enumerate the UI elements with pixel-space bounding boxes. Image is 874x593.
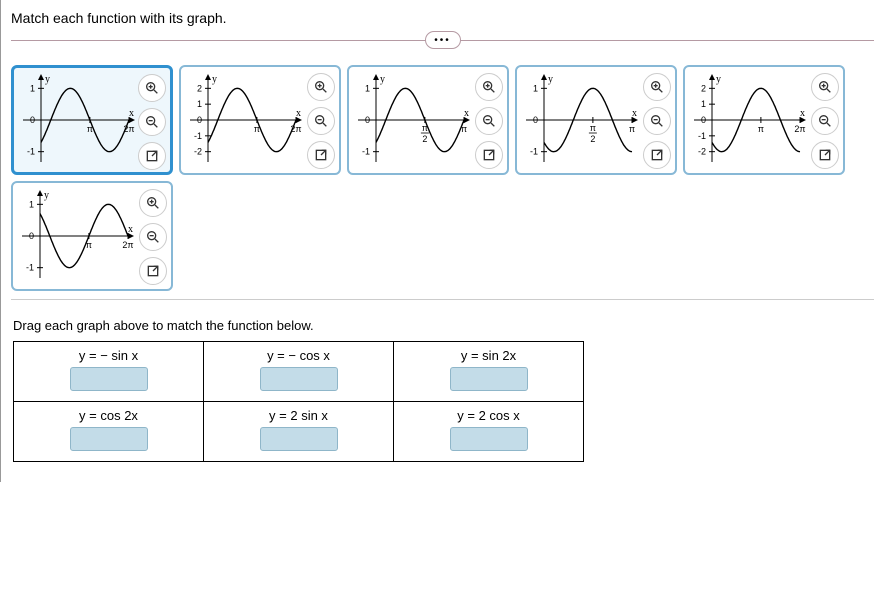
svg-text:π: π [758, 124, 764, 134]
zoom-out-icon[interactable] [475, 107, 503, 135]
expand-icon[interactable] [139, 257, 167, 285]
graph-tile[interactable]: y x -2 -1 1 2 0 π 2π [683, 65, 845, 175]
zoom-in-icon[interactable] [307, 73, 335, 101]
svg-text:1: 1 [533, 83, 538, 93]
zoom-out-icon[interactable] [139, 223, 167, 251]
graph-tile[interactable]: yx-110π2π [11, 181, 173, 291]
svg-text:0: 0 [30, 115, 35, 125]
svg-text:x: x [632, 108, 637, 119]
svg-text:2: 2 [590, 134, 595, 144]
svg-text:2: 2 [422, 134, 427, 144]
function-label: y = − sin x [14, 348, 203, 363]
function-label: y = cos 2x [14, 408, 203, 423]
svg-text:2: 2 [701, 83, 706, 93]
svg-text:-2: -2 [698, 147, 706, 157]
match-cell: y = sin 2x [394, 342, 584, 402]
svg-text:x: x [464, 108, 469, 119]
drop-slot[interactable] [450, 427, 528, 451]
function-label: y = 2 sin x [204, 408, 393, 423]
zoom-in-icon[interactable] [811, 73, 839, 101]
svg-text:-1: -1 [530, 147, 538, 157]
expand-icon[interactable] [643, 141, 671, 169]
svg-text:π: π [629, 124, 635, 134]
svg-text:0: 0 [533, 115, 538, 125]
drop-slot[interactable] [260, 427, 338, 451]
svg-text:2π: 2π [122, 240, 133, 250]
graph-plot: yx-110π2π [349, 70, 475, 170]
graph-tile[interactable]: yx-2-1120π2π [179, 65, 341, 175]
zoom-in-icon[interactable] [139, 189, 167, 217]
graph-plot: yx-110π2π [14, 70, 140, 170]
svg-text:2π: 2π [794, 124, 805, 134]
drop-slot[interactable] [70, 427, 148, 451]
match-cell: y = cos 2x [14, 402, 204, 462]
drop-slot[interactable] [450, 367, 528, 391]
match-cell: y = 2 sin x [204, 402, 394, 462]
graph-plot: yx-110π2π [517, 70, 643, 170]
more-button[interactable]: ••• [425, 31, 461, 49]
zoom-out-icon[interactable] [811, 107, 839, 135]
svg-text:1: 1 [29, 199, 34, 209]
svg-text:1: 1 [197, 99, 202, 109]
match-cell: y = − sin x [14, 342, 204, 402]
drop-slot[interactable] [260, 367, 338, 391]
zoom-in-icon[interactable] [475, 73, 503, 101]
svg-text:-1: -1 [698, 131, 706, 141]
graph-tile[interactable]: yx-110π2π [11, 65, 173, 175]
svg-text:-1: -1 [27, 147, 35, 157]
graph-tile[interactable]: yx-110π2π [347, 65, 509, 175]
drop-slot[interactable] [70, 367, 148, 391]
svg-text:1: 1 [30, 83, 35, 93]
expand-icon[interactable] [307, 141, 335, 169]
svg-text:y: y [44, 190, 49, 201]
svg-text:y: y [45, 74, 50, 85]
svg-text:0: 0 [365, 115, 370, 125]
graph-plot: yx-110π2π [13, 186, 139, 286]
expand-icon[interactable] [811, 141, 839, 169]
svg-text:0: 0 [701, 115, 706, 125]
svg-text:x: x [129, 108, 134, 119]
svg-text:-2: -2 [194, 147, 202, 157]
zoom-in-icon[interactable] [643, 73, 671, 101]
match-cell: y = − cos x [204, 342, 394, 402]
graph-panel: yx-110π2πyx-2-1120π2πyx-110π2πyx-110π2πy… [11, 55, 874, 299]
divider-top: ••• [11, 40, 874, 41]
function-label: y = 2 cos x [394, 408, 583, 423]
svg-text:x: x [296, 108, 301, 119]
svg-text:-1: -1 [362, 147, 370, 157]
zoom-out-icon[interactable] [138, 108, 166, 136]
svg-text:y: y [548, 74, 553, 85]
svg-text:-1: -1 [26, 263, 34, 273]
svg-text:y: y [380, 74, 385, 85]
divider-bottom [11, 299, 874, 300]
match-cell: y = 2 cos x [394, 402, 584, 462]
match-table: y = − sin x y = − cos x y = sin 2x y = c… [13, 341, 584, 462]
zoom-out-icon[interactable] [643, 107, 671, 135]
svg-text:-1: -1 [194, 131, 202, 141]
graph-plot: yx-2-1120π2π [181, 70, 307, 170]
svg-text:x: x [128, 224, 133, 235]
svg-text:2: 2 [197, 83, 202, 93]
zoom-in-icon[interactable] [138, 74, 166, 102]
instruction-text: Drag each graph above to match the funct… [13, 318, 874, 333]
function-label: y = − cos x [204, 348, 393, 363]
graph-plot: y x -2 -1 1 2 0 π 2π [685, 70, 811, 170]
expand-icon[interactable] [475, 141, 503, 169]
svg-text:0: 0 [29, 231, 34, 241]
zoom-out-icon[interactable] [307, 107, 335, 135]
page-title: Match each function with its graph. [11, 10, 874, 26]
graph-tile-row: yx-110π2πyx-2-1120π2πyx-110π2πyx-110π2πy… [11, 65, 874, 291]
svg-text:1: 1 [701, 99, 706, 109]
svg-text:1: 1 [365, 83, 370, 93]
svg-text:y: y [212, 74, 217, 85]
svg-text:y: y [716, 74, 721, 85]
graph-tile[interactable]: yx-110π2π [515, 65, 677, 175]
svg-text:π: π [590, 123, 596, 133]
svg-text:0: 0 [197, 115, 202, 125]
svg-text:x: x [800, 108, 805, 119]
expand-icon[interactable] [138, 142, 166, 170]
function-label: y = sin 2x [394, 348, 583, 363]
